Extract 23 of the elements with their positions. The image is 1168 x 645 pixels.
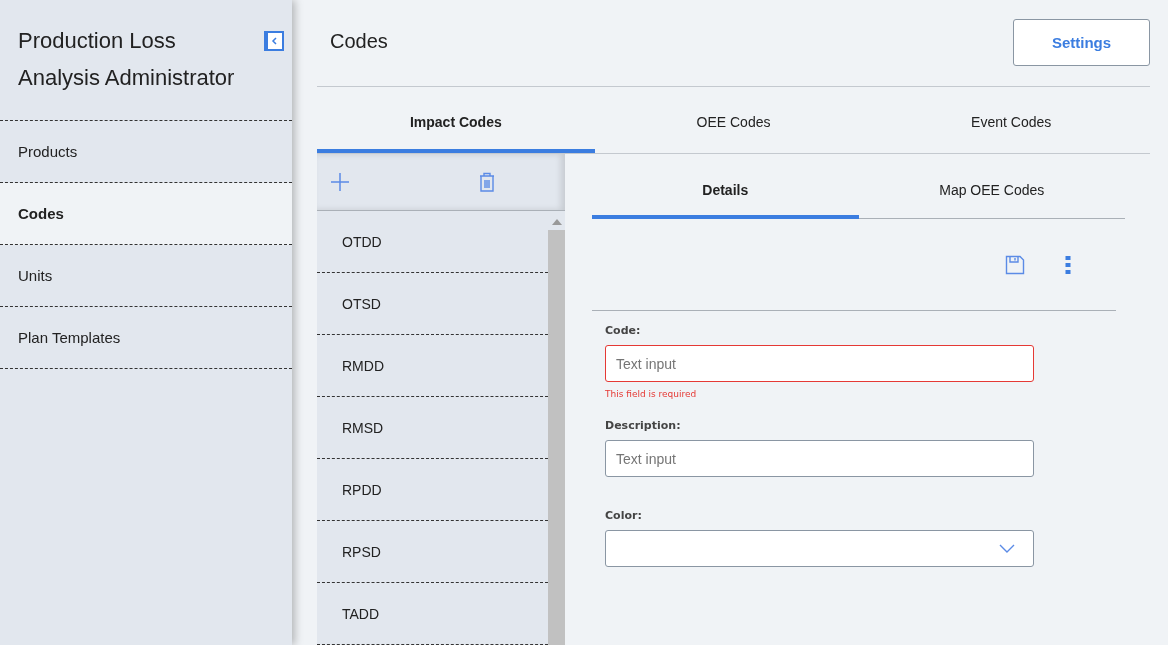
tab[interactable]: OEE Codes [594,87,873,153]
app-title: Production Loss Analysis Administrator [18,27,236,92]
dropdown-field[interactable] [605,530,1034,567]
nav-item[interactable]: Codes [0,183,292,245]
tab[interactable]: Event Codes [872,87,1150,153]
chevron-down-icon [999,544,1015,553]
tab[interactable]: Map OEE Codes [858,154,1125,219]
more-options-icon[interactable] [1065,254,1071,275]
collapse-icon[interactable] [264,31,284,51]
trash-icon[interactable] [478,172,496,192]
error-message: This field is required [605,389,698,399]
settings-button[interactable]: Settings [1013,19,1150,66]
field-label: Color: [605,509,643,522]
input-field[interactable]: Text input [605,440,1034,477]
save-icon[interactable] [1005,254,1025,275]
tab[interactable]: Details [592,154,859,219]
field-label: Code: [605,324,642,337]
nav-item[interactable]: Units [0,245,292,307]
add-icon[interactable] [330,172,350,192]
field-label: Description: [605,419,682,432]
page-title: Codes [330,30,388,53]
input-field[interactable]: Text input [605,345,1034,382]
nav-item[interactable]: Plan Templates [0,307,292,369]
